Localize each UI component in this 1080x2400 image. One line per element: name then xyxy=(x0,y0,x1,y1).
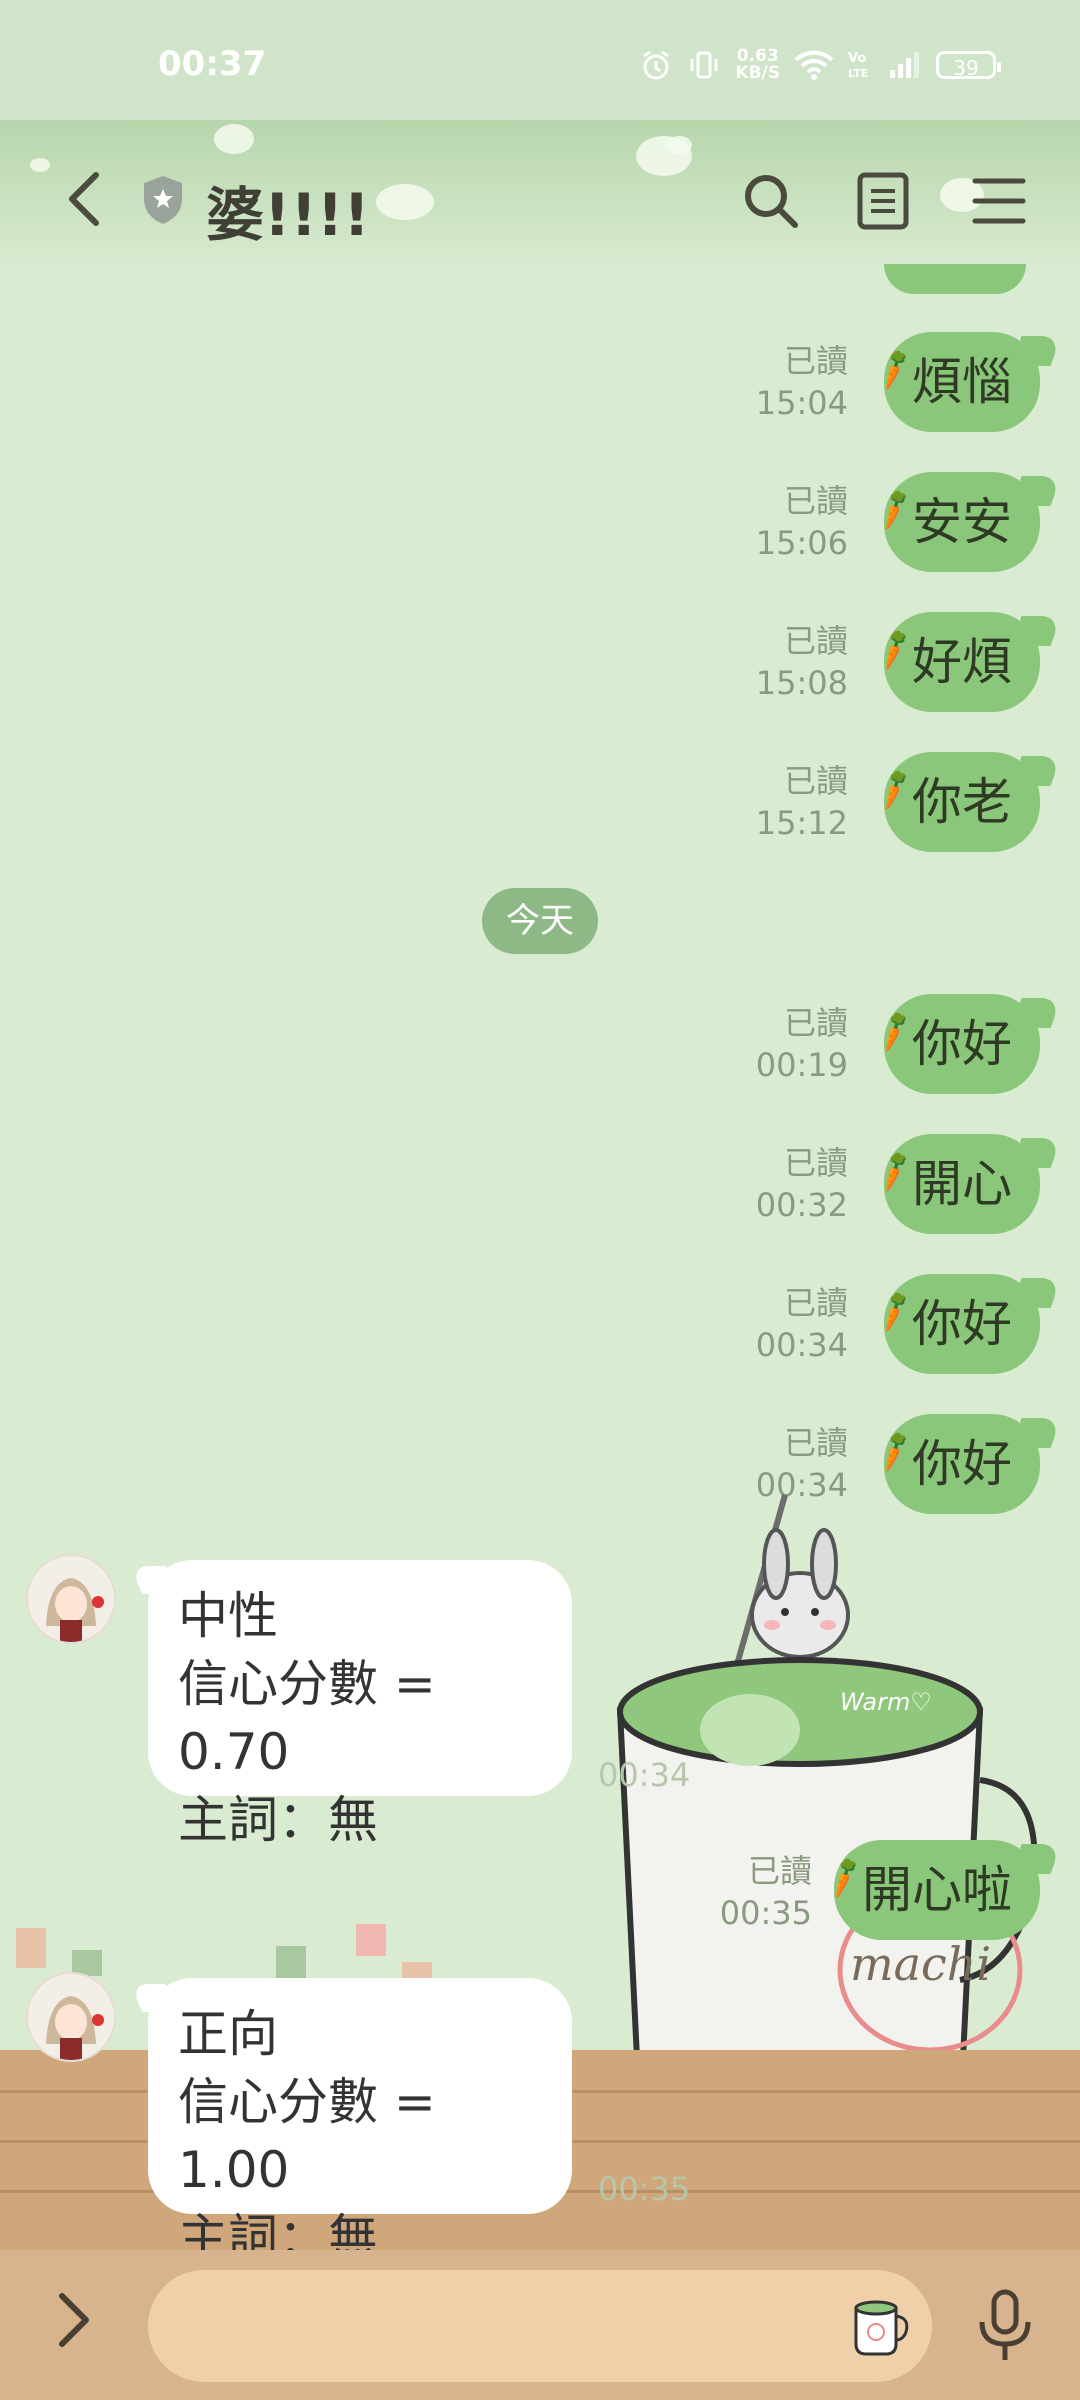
cloud-decoration xyxy=(666,136,692,154)
message-meta: 已讀 00:34 xyxy=(756,1282,848,1366)
message-time: 00:19 xyxy=(755,1046,848,1084)
read-receipt: 已讀 xyxy=(783,342,848,380)
incoming-message-bubble[interactable]: 正向 信心分數 = 1.00 主詞：無 xyxy=(148,1978,572,2267)
note-icon xyxy=(857,172,909,230)
mug-sticker-icon xyxy=(854,2300,909,2356)
vibrate-icon xyxy=(690,51,718,79)
message-meta: 已讀 15:06 xyxy=(756,480,848,564)
message-time: 00:35 xyxy=(719,1894,812,1932)
svg-text:LTE: LTE xyxy=(848,67,868,80)
chevron-right-icon xyxy=(59,2293,89,2347)
search-button[interactable] xyxy=(736,166,806,236)
alarm-icon xyxy=(643,50,670,80)
outgoing-message-bubble[interactable]: 🥕 開心啦 xyxy=(820,1840,1040,1940)
message-input[interactable] xyxy=(148,2270,932,2382)
latte-art-text: Warm♡ xyxy=(840,1688,932,1716)
back-button[interactable] xyxy=(54,164,114,234)
voice-button[interactable] xyxy=(972,2288,1038,2364)
previous-message-bubble-edge xyxy=(884,264,1026,294)
status-icons: 0.63 KB/S Vo LTE 39 xyxy=(639,48,1001,82)
outgoing-message-bubble[interactable]: 🥕 安安 xyxy=(870,472,1040,572)
chevron-left-icon xyxy=(69,172,99,226)
net-speed-indicator: 0.63 KB/S xyxy=(735,48,780,82)
contact-avatar[interactable] xyxy=(26,1972,116,2062)
sentiment-label: 中性 xyxy=(178,1587,278,1645)
message-meta: 已讀 15:08 xyxy=(756,620,848,704)
cloud-decoration xyxy=(214,124,254,154)
outgoing-message-bubble[interactable]: 🥕 好煩 xyxy=(870,612,1040,712)
confidence-score: 信心分數 = 1.00 xyxy=(178,2073,436,2199)
subject-line: 主詞：無 xyxy=(178,1791,378,1849)
message-input-bar xyxy=(0,2250,1080,2400)
message-time: 00:35 xyxy=(598,2170,691,2208)
search-icon xyxy=(745,175,798,228)
status-time: 00:37 xyxy=(158,44,267,84)
sentiment-label: 正向 xyxy=(178,2005,278,2063)
microphone-icon xyxy=(979,2289,1031,2360)
mug-text: machi xyxy=(850,1937,991,1991)
expand-button[interactable] xyxy=(50,2288,120,2358)
outgoing-message-bubble[interactable]: 🥕 你老 xyxy=(870,752,1040,852)
message-time: 15:12 xyxy=(755,804,848,842)
avatar-image xyxy=(28,1974,114,2060)
message-time: 15:04 xyxy=(755,384,848,422)
outgoing-message-bubble[interactable]: 🥕 開心 xyxy=(870,1134,1040,1234)
message-time: 15:06 xyxy=(755,524,848,562)
chat-title: 婆!!!! xyxy=(206,181,370,249)
read-receipt: 已讀 xyxy=(783,1004,848,1042)
outgoing-message-bubble[interactable]: 🥕 煩惱 xyxy=(870,332,1040,432)
confetti-decoration xyxy=(16,1928,46,1968)
date-separator: 今天 xyxy=(482,888,598,954)
cloud-decoration xyxy=(30,158,50,172)
message-meta: 已讀 00:32 xyxy=(756,1142,848,1226)
sticker-button[interactable] xyxy=(846,2290,916,2360)
confetti-decoration xyxy=(356,1924,386,1956)
confetti-decoration xyxy=(276,1946,306,1978)
outgoing-message-bubble[interactable]: 🥕 你好 xyxy=(870,1274,1040,1374)
confidence-score: 信心分數 = 0.70 xyxy=(178,1655,436,1781)
message-time: 00:34 xyxy=(755,1326,848,1364)
notes-button[interactable] xyxy=(848,166,918,236)
read-receipt: 已讀 xyxy=(783,762,848,800)
menu-button[interactable] xyxy=(964,166,1034,236)
wifi-icon xyxy=(794,50,834,80)
message-time: 15:08 xyxy=(755,664,848,702)
svg-text:Vo: Vo xyxy=(848,51,866,66)
status-bar: 00:37 0.63 KB/S Vo LTE 39 xyxy=(0,0,1080,120)
signal-icon xyxy=(890,52,919,78)
contact-avatar[interactable] xyxy=(26,1554,116,1644)
shield-badge xyxy=(140,174,186,226)
message-time: 00:34 xyxy=(598,1756,691,1794)
message-meta: 已讀 00:19 xyxy=(756,1002,848,1086)
message-meta: 已讀 00:35 xyxy=(720,1850,812,1934)
avatar-image xyxy=(28,1556,114,1642)
read-receipt: 已讀 xyxy=(783,1424,848,1462)
message-meta: 已讀 15:04 xyxy=(756,340,848,424)
read-receipt: 已讀 xyxy=(783,1284,848,1322)
chat-screen: 00:37 0.63 KB/S Vo LTE 39 婆!!!! 已讀 15:04… xyxy=(0,0,1080,2400)
net-speed-unit: KB/S xyxy=(735,63,780,83)
volte-icon: VoLTE xyxy=(848,51,868,80)
hamburger-menu-icon xyxy=(972,178,1026,224)
read-receipt: 已讀 xyxy=(783,482,848,520)
message-time: 00:32 xyxy=(755,1186,848,1224)
incoming-message-bubble[interactable]: 中性 信心分數 = 0.70 主詞：無 xyxy=(148,1560,572,1849)
outgoing-message-bubble[interactable]: 🥕 你好 xyxy=(870,994,1040,1094)
read-receipt: 已讀 xyxy=(783,622,848,660)
read-receipt: 已讀 xyxy=(783,1144,848,1182)
chat-header: 婆!!!! xyxy=(0,120,1080,270)
read-receipt: 已讀 xyxy=(747,1852,812,1890)
message-meta: 已讀 15:12 xyxy=(756,760,848,844)
shield-icon xyxy=(144,176,182,224)
battery-indicator: 39 xyxy=(936,51,1001,80)
cloud-decoration xyxy=(376,184,434,220)
